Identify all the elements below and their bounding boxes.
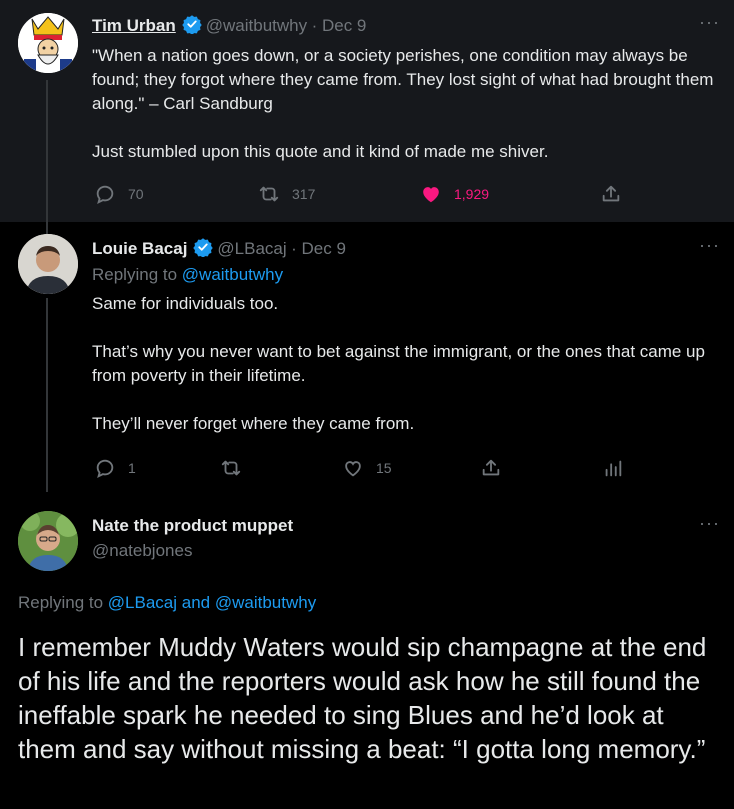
more-options-icon[interactable]: ··· (699, 12, 720, 33)
tweet-paragraph: "When a nation goes down, or a society p… (92, 46, 714, 113)
tweet-header: Louie Bacaj @LBacaj · Dec 9 (92, 237, 346, 262)
avatar-tim-urban[interactable] (18, 13, 78, 73)
thread-connector-line (46, 298, 48, 492)
replying-to-link-lbacaj[interactable]: @LBacaj (108, 593, 177, 612)
more-options-icon[interactable]: ··· (699, 513, 720, 534)
like-button[interactable]: 1,929 (420, 183, 489, 205)
avatar-nate-jones[interactable] (18, 511, 78, 571)
verified-badge-icon (193, 237, 214, 262)
like-button[interactable]: 15 (342, 457, 392, 479)
tweet-nate-jones[interactable]: Nate the product muppet @natebjones ··· … (0, 492, 734, 809)
person-photo-icon (18, 234, 78, 294)
reply-count: 70 (128, 186, 144, 202)
tweet-header: Nate the product muppet (92, 516, 293, 536)
share-icon (602, 185, 620, 202)
reply-icon (96, 459, 114, 478)
replying-to-label: Replying to (18, 593, 108, 612)
heart-filled-icon (423, 187, 439, 203)
person-photo-icon (18, 511, 78, 571)
author-handle[interactable]: @natebjones (92, 541, 192, 561)
more-options-icon[interactable]: ··· (699, 235, 720, 256)
replying-to-line: Replying to @waitbutwhy (92, 265, 283, 285)
author-name[interactable]: Tim Urban (92, 16, 176, 35)
replying-to-and: and (177, 593, 215, 612)
retweet-icon (221, 460, 241, 476)
retweet-count: 317 (292, 186, 316, 202)
share-button[interactable] (480, 457, 502, 479)
tweet-timestamp[interactable]: · Dec 9 (312, 16, 367, 35)
king-card-avatar-icon (18, 13, 78, 73)
tweet-text: Same for individuals too. That’s why you… (92, 292, 722, 436)
tweet-paragraph: That’s why you never want to bet against… (92, 342, 705, 385)
replying-to-link-waitbutwhy[interactable]: @waitbutwhy (215, 593, 316, 612)
tweet-text: "When a nation goes down, or a society p… (92, 44, 722, 164)
reply-count: 1 (128, 460, 136, 476)
verified-badge-icon (182, 14, 202, 39)
author-handle[interactable]: @waitbutwhy (206, 16, 307, 35)
share-button[interactable] (600, 183, 622, 205)
analytics-button[interactable] (602, 457, 624, 479)
reply-button[interactable]: 1 (94, 457, 136, 479)
retweet-icon (259, 186, 279, 202)
tweet-timestamp[interactable]: · Dec 9 (291, 239, 346, 258)
analytics-icon (605, 460, 622, 477)
tweet-paragraph: They’ll never forget where they came fro… (92, 414, 415, 433)
tweet-tim-urban[interactable]: Tim Urban @waitbutwhy · Dec 9 ··· "When a… (0, 0, 734, 222)
heart-outline-icon (345, 461, 361, 477)
author-handle[interactable]: @LBacaj (217, 239, 286, 258)
tweet-paragraph: Same for individuals too. (92, 294, 279, 313)
tweet-louie-bacaj[interactable]: Louie Bacaj @LBacaj · Dec 9 ··· Replying … (0, 222, 734, 492)
thread-connector-line (46, 80, 48, 222)
replying-to-link[interactable]: @waitbutwhy (182, 265, 283, 284)
avatar-louie-bacaj[interactable] (18, 234, 78, 294)
author-name[interactable]: Louie Bacaj (92, 239, 187, 258)
tweet-header: Tim Urban @waitbutwhy · Dec 9 (92, 14, 366, 39)
share-icon (482, 459, 500, 476)
retweet-button[interactable]: 317 (258, 183, 315, 205)
reply-button[interactable]: 70 (94, 183, 144, 205)
like-count: 15 (376, 460, 392, 476)
retweet-button[interactable] (220, 457, 242, 479)
tweet-text: I remember Muddy Waters would sip champa… (18, 632, 707, 764)
thread-connector-line (46, 222, 48, 234)
replying-to-label: Replying to (92, 265, 182, 284)
like-count: 1,929 (454, 186, 490, 202)
replying-to-line: Replying to @LBacaj and @waitbutwhy (18, 593, 316, 613)
author-name[interactable]: Nate the product muppet (92, 516, 293, 535)
reply-icon (96, 185, 114, 204)
tweet-paragraph: Just stumbled upon this quote and it kin… (92, 142, 549, 161)
